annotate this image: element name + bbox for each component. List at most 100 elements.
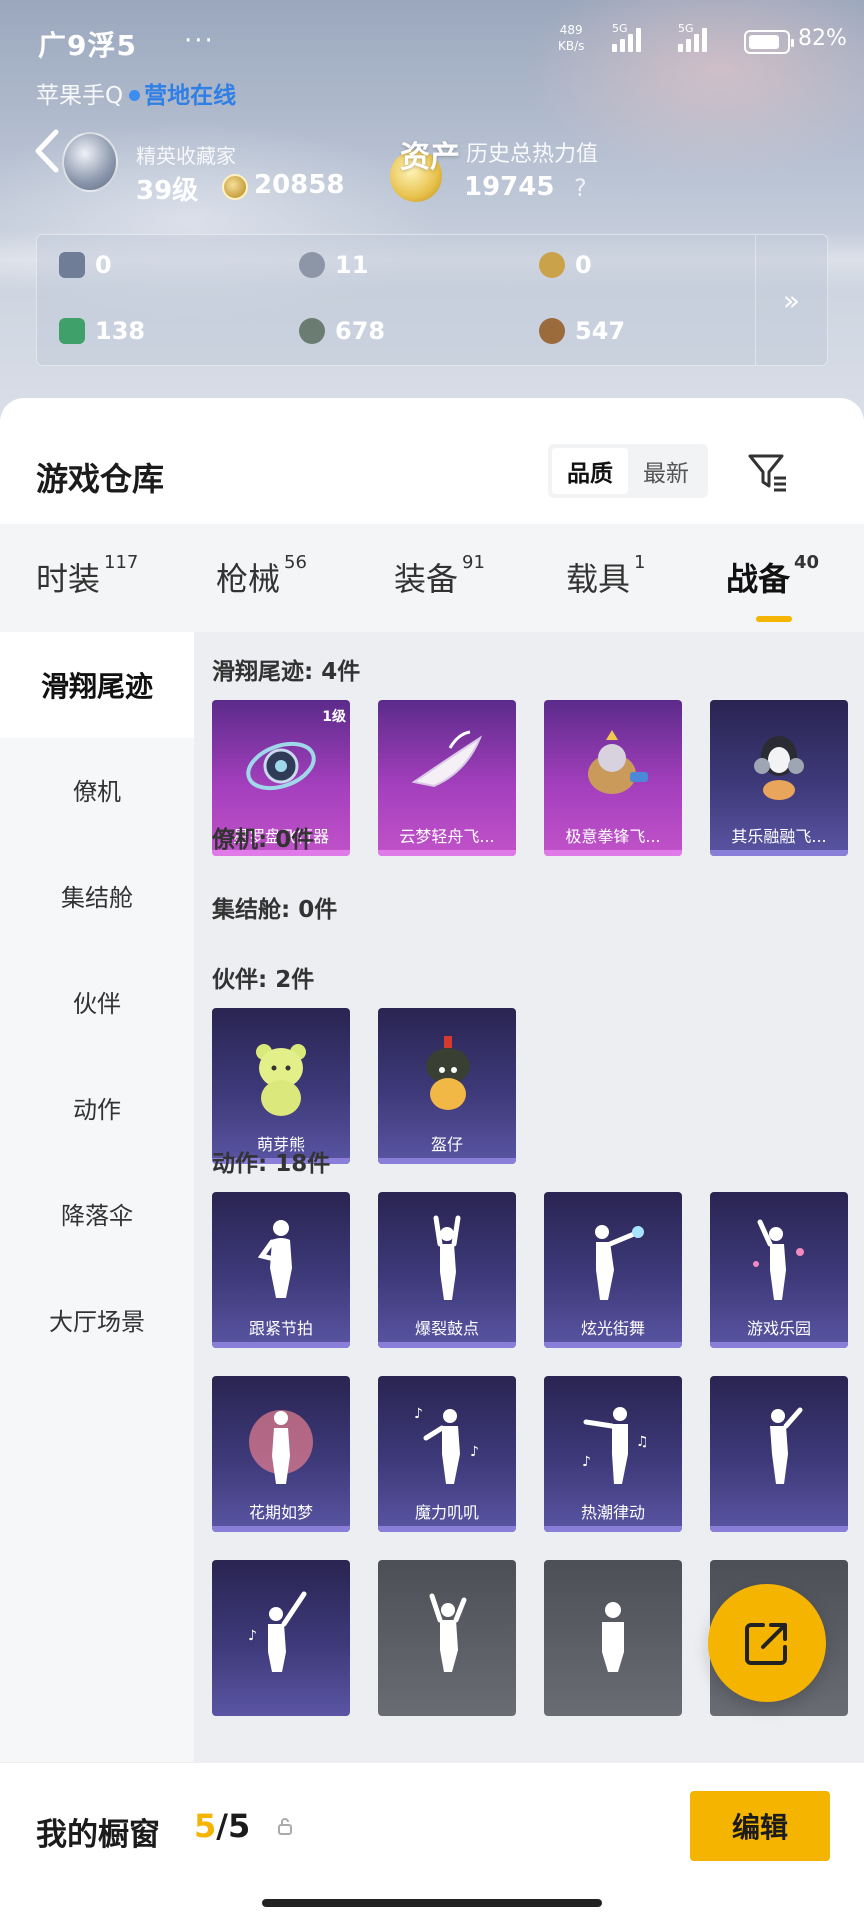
- subcategory-sidebar: 滑翔尾迹 僚机 集结舱 伙伴 动作 降落伞 大厅场景: [0, 632, 194, 1778]
- dancer-pose-icon: [433, 1215, 461, 1300]
- dancer-pose-icon: [770, 1407, 803, 1484]
- warehouse-sheet: 游戏仓库 品质 最新 时装117 枪械56 装备91 载具1 战备40: [0, 398, 864, 1778]
- group-title-partner: 伙伴: 2件: [212, 967, 315, 993]
- dancer-pose-icon: [429, 1593, 467, 1672]
- stat-item: 0: [59, 251, 112, 279]
- item-card[interactable]: 爆裂鼓点: [378, 1192, 516, 1348]
- stats-more-button[interactable]: »: [755, 235, 827, 365]
- category-tabs: 时装 117 枪械 56 装备 91 载具 1 战备 40: [0, 524, 864, 632]
- helmet-chick-icon: [426, 1036, 470, 1110]
- penguin-icon: [754, 736, 804, 800]
- group-title-wingman: 僚机: 0件: [212, 827, 315, 853]
- svg-text:♫: ♫: [636, 1434, 649, 1450]
- item-card[interactable]: ♪ ♪ 魔力叽叽: [378, 1376, 516, 1532]
- cloud-boat-icon: [411, 730, 483, 788]
- currency-stats-panel: 0 11 0 138 678 547 »: [36, 234, 828, 366]
- stat-item: 678: [299, 317, 385, 345]
- tab-combat-prep[interactable]: 战备 40: [726, 552, 819, 622]
- group-title-action: 动作: 18件: [212, 1151, 331, 1177]
- card-icon: [59, 252, 85, 278]
- item-card[interactable]: 游戏乐园: [710, 1192, 848, 1348]
- more-dots-icon: ···: [184, 26, 215, 56]
- dancer-pose-icon: ♪: [248, 1591, 307, 1672]
- item-card[interactable]: 萌芽熊: [212, 1008, 350, 1164]
- sidebar-item-action[interactable]: 动作: [0, 1054, 194, 1160]
- edit-button[interactable]: 编辑: [690, 1791, 830, 1861]
- home-indicator[interactable]: [262, 1899, 602, 1907]
- signal-icon: 5G: [678, 22, 707, 52]
- share-button[interactable]: [708, 1584, 826, 1702]
- group-title-capsule: 集结舱: 0件: [212, 897, 338, 923]
- coin-icon: [222, 174, 248, 200]
- item-card[interactable]: 其乐融融飞...: [710, 700, 848, 856]
- sidebar-item-glide-trail[interactable]: 滑翔尾迹: [0, 632, 194, 738]
- tab-fashion[interactable]: 时装 117: [36, 552, 138, 600]
- item-card[interactable]: ♪: [212, 1560, 350, 1716]
- svg-text:♪: ♪: [582, 1454, 591, 1470]
- warehouse-title: 游戏仓库: [36, 460, 165, 498]
- item-card[interactable]: 炫光街舞: [544, 1192, 682, 1348]
- stat-item: 11: [299, 251, 368, 279]
- svg-text:♪: ♪: [470, 1444, 479, 1460]
- online-dot-icon: [129, 90, 141, 101]
- dancer-pose-icon: ♪♪: [414, 1406, 479, 1484]
- network-speed: 489 KB/s: [558, 23, 585, 53]
- orb-icon: [299, 318, 325, 344]
- fist-creature-icon: [588, 730, 648, 794]
- sort-toggle: 品质 最新: [548, 444, 708, 498]
- item-card[interactable]: 花期如梦: [212, 1376, 350, 1532]
- item-card[interactable]: 云梦轻舟飞...: [378, 700, 516, 856]
- share-icon: [745, 1623, 787, 1665]
- item-card[interactable]: [544, 1560, 682, 1716]
- svg-text:♪: ♪: [414, 1406, 423, 1422]
- status-bar: 广9浮5 ··· 489 KB/s 5G 5G 82%: [38, 22, 847, 62]
- sidebar-item-lobby-scene[interactable]: 大厅场景: [0, 1266, 194, 1372]
- item-card[interactable]: [378, 1560, 516, 1716]
- silver-token-icon: [299, 252, 325, 278]
- tab-guns[interactable]: 枪械 56: [216, 552, 307, 600]
- heat-label: 历史总热力值: [466, 142, 599, 167]
- active-tab-indicator: [756, 616, 792, 622]
- dancer-pose-icon: [257, 1220, 292, 1298]
- filter-button[interactable]: [744, 448, 792, 496]
- group-title-glide: 滑翔尾迹: 4件: [212, 659, 361, 685]
- battery-icon: [744, 30, 794, 54]
- rank-level: 39级: [136, 176, 199, 206]
- heat-value: 19745: [464, 172, 555, 202]
- star-compass-icon: [246, 741, 316, 791]
- dancer-pose-icon: [595, 1225, 644, 1300]
- sort-newest-option[interactable]: 最新: [628, 448, 704, 494]
- green-ticket-icon: [59, 318, 85, 344]
- sidebar-item-wingman[interactable]: 僚机: [0, 736, 194, 842]
- item-card[interactable]: [710, 1376, 848, 1532]
- item-card[interactable]: 极意拳锋飞...: [544, 700, 682, 856]
- sidebar-item-parachute[interactable]: 降落伞: [0, 1160, 194, 1266]
- dancer-pose-icon: ♪♫: [582, 1407, 649, 1484]
- svg-text:♪: ♪: [248, 1628, 257, 1644]
- dancer-pose-icon: [602, 1602, 624, 1672]
- stat-item: 138: [59, 317, 145, 345]
- battery-percent: 82%: [798, 26, 847, 51]
- item-card[interactable]: 盔仔: [378, 1008, 516, 1164]
- showcase-footer: 我的橱窗 5/5 编辑: [0, 1762, 864, 1920]
- dancer-pose-icon: [249, 1410, 313, 1484]
- showcase-count: 5/5: [194, 1807, 251, 1845]
- carrier-label: 广9浮5: [38, 29, 137, 62]
- tab-equipment[interactable]: 装备 91: [394, 552, 485, 600]
- sort-quality-option[interactable]: 品质: [552, 448, 628, 494]
- sprout-bear-icon: [256, 1044, 306, 1116]
- rank-title: 精英收藏家: [136, 144, 236, 168]
- rank-emblem-icon: [62, 132, 118, 192]
- tab-vehicles[interactable]: 载具 1: [566, 552, 645, 600]
- chevron-left-icon: [35, 129, 59, 173]
- online-status: 营地在线: [144, 83, 237, 109]
- dancer-pose-icon: [753, 1219, 804, 1300]
- sidebar-item-partner[interactable]: 伙伴: [0, 948, 194, 1054]
- item-card[interactable]: ♪ ♫ 热潮律动: [544, 1376, 682, 1532]
- sidebar-item-capsule[interactable]: 集结舱: [0, 842, 194, 948]
- item-card[interactable]: 跟紧节拍: [212, 1192, 350, 1348]
- bronze-token-icon: [539, 318, 565, 344]
- signal-icon: 5G: [612, 22, 641, 52]
- help-icon[interactable]: ?: [574, 174, 587, 202]
- filter-icon: [748, 454, 786, 492]
